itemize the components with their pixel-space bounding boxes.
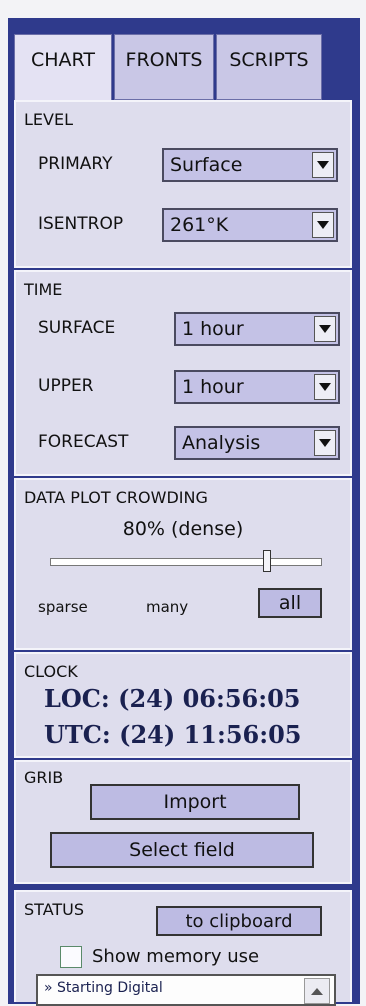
memory-checkbox[interactable] bbox=[60, 946, 82, 968]
scroll-up-icon[interactable] bbox=[304, 978, 330, 1004]
forecast-value: Analysis bbox=[182, 432, 261, 454]
chevron-down-icon[interactable] bbox=[314, 316, 336, 342]
surface-time-value: 1 hour bbox=[182, 318, 244, 340]
tab-chart-label: CHART bbox=[31, 49, 95, 71]
tab-fronts-label: FRONTS bbox=[125, 49, 203, 71]
chevron-down-icon[interactable] bbox=[314, 374, 336, 400]
status-log-text: » Starting Digital bbox=[44, 980, 163, 996]
level-title: LEVEL bbox=[24, 110, 73, 129]
clock-title: CLOCK bbox=[24, 662, 78, 681]
chevron-down-icon[interactable] bbox=[314, 430, 336, 456]
surface-label: SURFACE bbox=[38, 318, 116, 338]
time-title: TIME bbox=[24, 280, 63, 299]
tab-fronts[interactable]: FRONTS bbox=[114, 34, 214, 100]
status-panel: STATUS to clipboard Show memory use » St… bbox=[14, 890, 352, 1006]
crowding-slider-track[interactable] bbox=[50, 558, 322, 566]
upper-time-value: 1 hour bbox=[182, 376, 244, 398]
primary-value: Surface bbox=[170, 154, 243, 176]
grib-title: GRIB bbox=[24, 768, 64, 787]
chevron-down-icon[interactable] bbox=[312, 212, 334, 238]
memory-label: Show memory use bbox=[92, 946, 260, 967]
isentrop-label: ISENTROP bbox=[38, 214, 124, 234]
isentrop-value: 261°K bbox=[170, 214, 229, 236]
status-title: STATUS bbox=[24, 900, 85, 919]
forecast-select[interactable]: Analysis bbox=[174, 426, 340, 460]
crowding-panel: DATA PLOT CROWDING 80% (dense) sparse ma… bbox=[14, 478, 352, 650]
all-button[interactable]: all bbox=[258, 588, 322, 618]
crowding-title: DATA PLOT CROWDING bbox=[24, 488, 208, 507]
crowding-slider-thumb[interactable] bbox=[263, 550, 271, 572]
status-log[interactable]: » Starting Digital bbox=[36, 974, 336, 1006]
isentrop-select[interactable]: 261°K bbox=[162, 208, 338, 242]
grib-panel: GRIB Import Select field bbox=[14, 760, 352, 884]
time-panel: TIME SURFACE 1 hour UPPER 1 hour FORECAS… bbox=[14, 270, 352, 476]
crowding-value: 80% (dense) bbox=[122, 518, 244, 540]
clock-panel: CLOCK LOC: (24) 06:56:05 UTC: (24) 11:56… bbox=[14, 652, 352, 758]
surface-time-select[interactable]: 1 hour bbox=[174, 312, 340, 346]
forecast-label: FORECAST bbox=[38, 432, 129, 452]
local-time: LOC: (24) 06:56:05 bbox=[44, 684, 301, 713]
utc-time: UTC: (24) 11:56:05 bbox=[44, 720, 302, 749]
tab-scripts[interactable]: SCRIPTS bbox=[216, 34, 322, 100]
chevron-down-icon[interactable] bbox=[312, 152, 334, 178]
sparse-label: sparse bbox=[38, 598, 88, 616]
tab-bar: CHART FRONTS SCRIPTS bbox=[14, 34, 354, 104]
upper-label: UPPER bbox=[38, 376, 94, 396]
import-button[interactable]: Import bbox=[90, 784, 300, 820]
tab-scripts-label: SCRIPTS bbox=[229, 49, 309, 71]
primary-label: PRIMARY bbox=[38, 154, 113, 174]
tab-chart[interactable]: CHART bbox=[14, 34, 112, 104]
select-field-button[interactable]: Select field bbox=[50, 832, 314, 868]
upper-time-select[interactable]: 1 hour bbox=[174, 370, 340, 404]
primary-select[interactable]: Surface bbox=[162, 148, 338, 182]
many-label: many bbox=[146, 598, 189, 616]
to-clipboard-button[interactable]: to clipboard bbox=[156, 906, 322, 936]
level-panel: LEVEL PRIMARY Surface ISENTROP 261°K bbox=[14, 100, 352, 268]
